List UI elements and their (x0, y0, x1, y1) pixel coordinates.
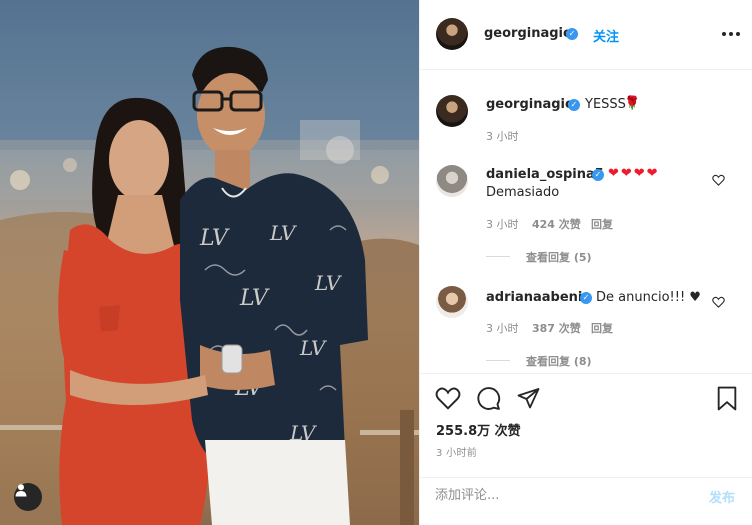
comment-username[interactable]: adrianaabenia (486, 290, 591, 305)
svg-text:LV: LV (269, 221, 298, 245)
view-replies-button[interactable]: 查看回复 (5) (526, 249, 592, 265)
comment-reply-button[interactable]: 回复 (591, 216, 613, 232)
comment-time[interactable]: 3 小时 (486, 320, 519, 336)
more-options-icon[interactable] (722, 30, 740, 38)
follow-button[interactable]: 关注 (593, 26, 619, 45)
paper-plane-icon[interactable] (516, 386, 541, 410)
comment-time[interactable]: 3 小时 (486, 216, 519, 232)
comment-reply-button[interactable]: 回复 (591, 320, 613, 336)
likes-count[interactable]: 255.8万 次赞 (436, 420, 521, 439)
comment-like-heart-icon[interactable] (712, 174, 725, 186)
post-timestamp[interactable]: 3 小时前 (436, 444, 477, 459)
comment-avatar[interactable] (436, 286, 468, 318)
svg-text:LV: LV (314, 271, 343, 295)
svg-text:LV: LV (239, 286, 270, 311)
comment-box-divider (419, 477, 752, 478)
author-username[interactable]: georginagio (484, 26, 572, 41)
rose-emoji: 🌹 (624, 96, 641, 111)
post-photo[interactable]: LV LV LV LV LV LV LV LV (0, 0, 419, 525)
svg-text:LV: LV (199, 226, 230, 251)
reply-divider (486, 256, 510, 257)
comment-text: De anuncio!!! ♥ (596, 290, 701, 305)
caption-text: YESSS (585, 97, 626, 112)
verified-badge-icon: ✓ (580, 292, 592, 304)
post-header (419, 0, 752, 70)
comment-text: Demasiado (486, 185, 560, 200)
add-comment-input[interactable] (435, 485, 685, 505)
verified-badge-icon: ✓ (592, 169, 604, 181)
actions-divider (419, 373, 752, 374)
verified-badge-icon: ✓ (566, 28, 578, 40)
comment-hearts: ❤❤❤❤ (608, 166, 660, 181)
comment-avatar[interactable] (436, 165, 468, 197)
comment-like-heart-icon[interactable] (712, 296, 725, 308)
comment-likes[interactable]: 424 次赞 (532, 216, 581, 232)
post-photo-illustration: LV LV LV LV LV LV LV LV (0, 0, 419, 525)
view-replies-button[interactable]: 查看回复 (8) (526, 353, 592, 369)
author-avatar[interactable] (436, 18, 468, 50)
comment-username[interactable]: daniela_ospina5 (486, 167, 604, 182)
caption-username[interactable]: georginagio (486, 97, 574, 112)
bookmark-icon[interactable] (716, 386, 738, 411)
user-tag-button[interactable] (14, 483, 42, 511)
user-tag-icon (15, 484, 27, 497)
caption-time[interactable]: 3 小时 (486, 128, 519, 144)
comment-likes[interactable]: 387 次赞 (532, 320, 581, 336)
svg-text:LV: LV (299, 336, 328, 360)
verified-badge-icon: ✓ (568, 99, 580, 111)
comments-section (419, 71, 752, 372)
heart-icon[interactable] (435, 386, 461, 410)
comment-icon[interactable] (476, 386, 501, 411)
reply-divider (486, 360, 510, 361)
caption-avatar[interactable] (436, 95, 468, 127)
post-comment-button[interactable]: 发布 (709, 487, 735, 506)
